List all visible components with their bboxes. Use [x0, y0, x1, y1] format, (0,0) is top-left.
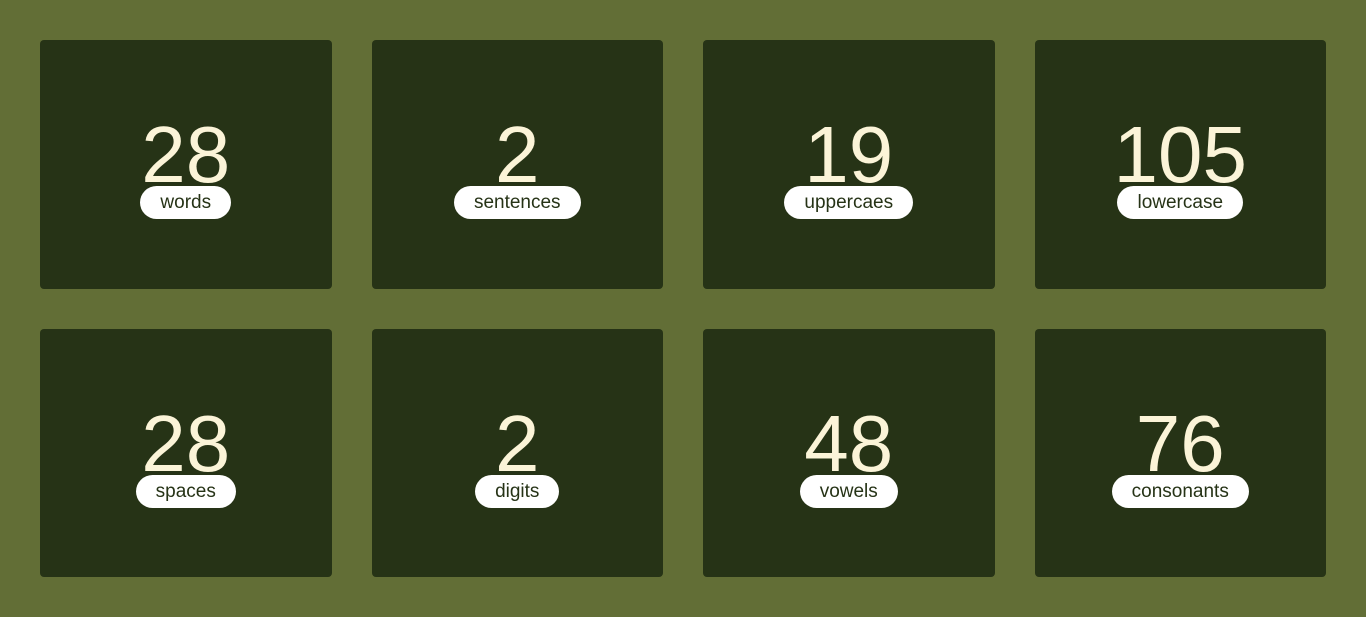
stat-value: 105 — [1113, 110, 1247, 200]
stat-label: consonants — [1111, 474, 1249, 508]
stat-label: vowels — [799, 474, 898, 508]
stats-dashboard: 28 words 2 sentences 19 uppercaes 105 lo… — [0, 0, 1366, 617]
stat-value: 2 — [495, 398, 540, 488]
stat-value: 28 — [141, 398, 231, 488]
stat-value: 19 — [804, 110, 894, 200]
stat-value: 28 — [141, 110, 231, 200]
stat-label: digits — [475, 474, 560, 508]
stats-grid: 28 words 2 sentences 19 uppercaes 105 lo… — [40, 40, 1326, 577]
stat-label: words — [140, 186, 232, 220]
stat-value: 48 — [804, 398, 894, 488]
stat-card-consonants: 76 consonants — [1034, 328, 1326, 577]
stat-card-digits: 2 digits — [371, 328, 663, 577]
stat-label: lowercase — [1117, 186, 1244, 220]
stat-card-sentences: 2 sentences — [371, 40, 663, 289]
stat-card-words: 28 words — [40, 40, 332, 289]
stat-card-lowercase: 105 lowercase — [1034, 40, 1326, 289]
stat-label: uppercaes — [784, 186, 914, 220]
stat-label: spaces — [135, 474, 236, 508]
stat-label: sentences — [453, 186, 581, 220]
stat-value: 2 — [495, 110, 540, 200]
stat-value: 76 — [1135, 398, 1225, 488]
stat-card-vowels: 48 vowels — [703, 328, 995, 577]
stat-card-uppercase: 19 uppercaes — [703, 40, 995, 289]
stat-card-spaces: 28 spaces — [40, 328, 332, 577]
